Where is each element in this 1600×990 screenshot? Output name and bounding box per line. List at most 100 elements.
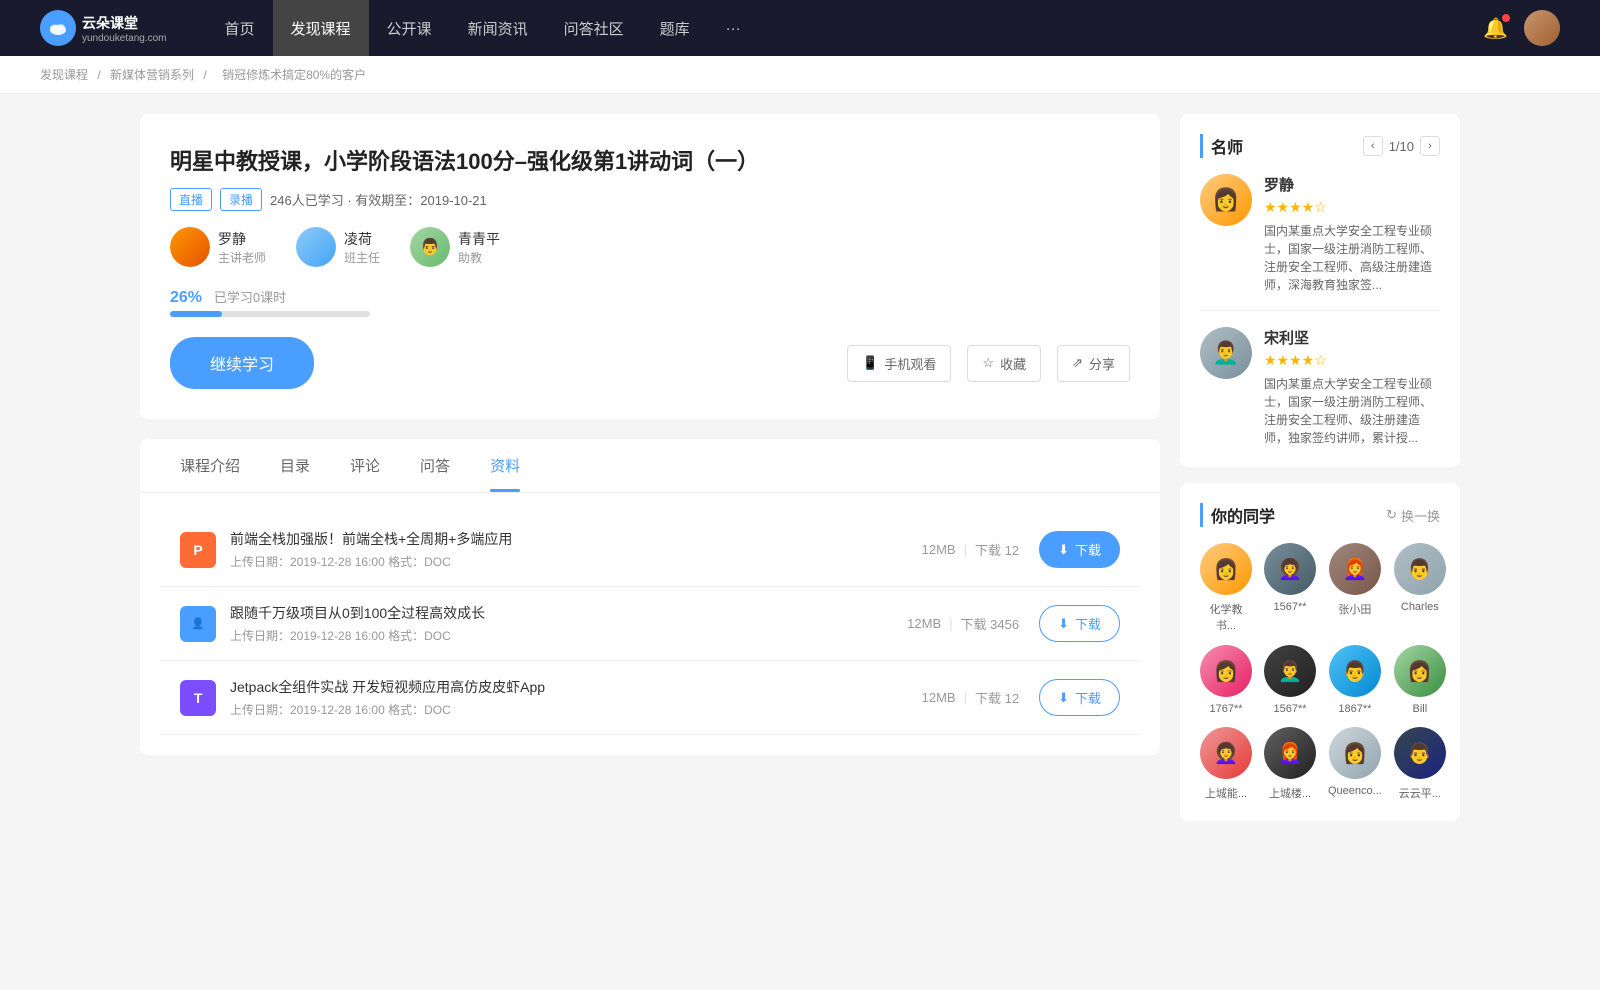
- navigation: 云朵课堂 yundouketang.com 首页 发现课程 公开课 新闻资讯 问…: [0, 0, 1600, 56]
- sidebar-right: 名师 ‹ 1/10 › 👩 罗静 ★★★★☆ 国内某重点大学安全工程专业硕士: [1180, 114, 1460, 837]
- action-buttons: 📱 手机观看 ☆ 收藏 ⇗ 分享: [847, 345, 1130, 382]
- file-item-2: 👤 跟随千万级项目从0到100全过程高效成长 上传日期：2019-12-28 1…: [160, 587, 1140, 661]
- sidebar-teacher-avatar-1: 👩: [1200, 174, 1252, 226]
- logo-domain: yundouketang.com: [82, 33, 167, 44]
- teachers-title: 名师: [1200, 134, 1243, 158]
- student-name-7: 1867**: [1338, 703, 1371, 715]
- students-title: 你的同学: [1200, 503, 1275, 527]
- download-button-2[interactable]: ⬇ 下载: [1039, 605, 1120, 642]
- progress-bar-fill: [170, 311, 222, 317]
- file-meta-1: 上传日期：2019-12-28 16:00 格式：DOC: [230, 553, 922, 570]
- collect-button[interactable]: ☆ 收藏: [967, 345, 1041, 382]
- download-button-1[interactable]: ⬇ 下载: [1039, 531, 1120, 568]
- students-card: 你的同学 ↻ 换一换 👩 化学教书... 👩‍🦱: [1180, 483, 1460, 821]
- students-grid: 👩 化学教书... 👩‍🦱 1567** 👩‍🦰 张小田: [1200, 543, 1440, 801]
- student-name-3: 张小田: [1338, 601, 1371, 617]
- student-5: 👩 1767**: [1200, 645, 1252, 715]
- nav-quiz[interactable]: 题库: [642, 0, 708, 56]
- download-icon-3: ⬇: [1058, 690, 1069, 706]
- file-stats-2: 12MB | 下载 3456: [907, 614, 1019, 633]
- sidebar-teacher-desc-1: 国内某重点大学安全工程专业硕士，国家一级注册消防工程师、注册安全工程师、高级注册…: [1264, 222, 1440, 294]
- teacher-item-2: 凌荷 班主任: [296, 227, 380, 267]
- badge-record: 录播: [220, 188, 262, 211]
- share-button[interactable]: ⇗ 分享: [1057, 345, 1130, 382]
- nav-home[interactable]: 首页: [207, 0, 273, 56]
- sidebar-teacher-stars-1: ★★★★☆: [1264, 199, 1440, 216]
- logo-name: 云朵课堂: [82, 13, 167, 33]
- breadcrumb-current: 销冠修炼术搞定80%的客户: [222, 68, 366, 82]
- breadcrumb-discover[interactable]: 发现课程: [40, 68, 88, 82]
- main-content: 明星中教授课，小学阶段语法100分–强化级第1讲动词（一） 直播 录播 246人…: [100, 94, 1500, 857]
- course-teachers: 罗静 主讲老师 凌荷 班主任 👨: [170, 227, 1130, 267]
- nav-right: 🔔: [1483, 10, 1560, 46]
- download-icon-1: ⬇: [1058, 542, 1069, 558]
- page-indicator: 1/10: [1389, 139, 1414, 154]
- sidebar-teacher-2: 👨‍🦱 宋利坚 ★★★★☆ 国内某重点大学安全工程专业硕士，国家一级注册消防工程…: [1200, 327, 1440, 447]
- student-avatar-6: 👨‍🦱: [1264, 645, 1316, 697]
- notification-bell[interactable]: 🔔: [1483, 16, 1508, 41]
- student-8: 👩 Bill: [1394, 645, 1446, 715]
- nav-discover[interactable]: 发现课程: [273, 0, 369, 56]
- file-item-1: P 前端全栈加强版！前端全栈+全周期+多端应用 上传日期：2019-12-28 …: [160, 513, 1140, 587]
- file-name-1: 前端全栈加强版！前端全栈+全周期+多端应用: [230, 529, 922, 549]
- student-avatar-11: 👩: [1329, 727, 1381, 779]
- tab-intro[interactable]: 课程介绍: [160, 439, 260, 492]
- course-title: 明星中教授课，小学阶段语法100分–强化级第1讲动词（一）: [170, 144, 1130, 176]
- tabs-section: 课程介绍 目录 评论 问答 资料 P 前端全栈加强版！前端全栈+全周期+多端应用…: [140, 439, 1160, 755]
- student-12: 👨 云云平...: [1394, 727, 1446, 801]
- teacher-item-3: 👨 青青平 助教: [410, 227, 500, 267]
- tab-catalog[interactable]: 目录: [260, 439, 330, 492]
- student-name-1: 化学教书...: [1200, 601, 1252, 633]
- breadcrumb-series[interactable]: 新媒体营销系列: [110, 68, 194, 82]
- student-name-8: Bill: [1412, 703, 1427, 715]
- teachers-card: 名师 ‹ 1/10 › 👩 罗静 ★★★★☆ 国内某重点大学安全工程专业硕士: [1180, 114, 1460, 467]
- sidebar-teacher-avatar-2: 👨‍🦱: [1200, 327, 1252, 379]
- tab-qa[interactable]: 问答: [400, 439, 470, 492]
- breadcrumb: 发现课程 / 新媒体营销系列 / 销冠修炼术搞定80%的客户: [0, 56, 1600, 94]
- nav-open[interactable]: 公开课: [369, 0, 450, 56]
- nav-news[interactable]: 新闻资讯: [450, 0, 546, 56]
- download-button-3[interactable]: ⬇ 下载: [1039, 679, 1120, 716]
- teacher-role-3: 助教: [458, 249, 500, 266]
- tab-content: P 前端全栈加强版！前端全栈+全周期+多端应用 上传日期：2019-12-28 …: [140, 493, 1160, 755]
- teacher-item-1: 罗静 主讲老师: [170, 227, 266, 267]
- prev-page-btn[interactable]: ‹: [1363, 136, 1383, 156]
- teacher-name-1: 罗静: [218, 229, 266, 249]
- file-item-3: T Jetpack全组件实战 开发短视频应用高仿皮皮虾App 上传日期：2019…: [160, 661, 1140, 735]
- nav-qa[interactable]: 问答社区: [546, 0, 642, 56]
- student-7: 👨 1867**: [1328, 645, 1382, 715]
- tab-resources[interactable]: 资料: [470, 439, 540, 492]
- student-avatar-3: 👩‍🦰: [1329, 543, 1381, 595]
- student-9: 👩‍🦱 上城能...: [1200, 727, 1252, 801]
- tab-comments[interactable]: 评论: [330, 439, 400, 492]
- student-avatar-7: 👨: [1329, 645, 1381, 697]
- tabs-header: 课程介绍 目录 评论 问答 资料: [140, 439, 1160, 493]
- student-4: 👨 Charles: [1394, 543, 1446, 633]
- nav-more[interactable]: ···: [708, 0, 759, 56]
- student-avatar-1: 👩: [1200, 543, 1252, 595]
- content-left: 明星中教授课，小学阶段语法100分–强化级第1讲动词（一） 直播 录播 246人…: [140, 114, 1160, 837]
- progress-pct: 26%: [170, 289, 202, 306]
- mobile-watch-button[interactable]: 📱 手机观看: [847, 345, 951, 382]
- refresh-button[interactable]: ↻ 换一换: [1386, 506, 1440, 525]
- user-avatar[interactable]: [1524, 10, 1560, 46]
- course-card: 明星中教授课，小学阶段语法100分–强化级第1讲动词（一） 直播 录播 246人…: [140, 114, 1160, 419]
- teachers-card-header: 名师 ‹ 1/10 ›: [1200, 134, 1440, 158]
- file-info-2: 跟随千万级项目从0到100全过程高效成长 上传日期：2019-12-28 16:…: [230, 603, 907, 644]
- teacher-avatar-3: 👨: [410, 227, 450, 267]
- file-stats-3: 12MB | 下载 12: [922, 688, 1019, 707]
- teacher-name-3: 青青平: [458, 229, 500, 249]
- sidebar-teacher-1: 👩 罗静 ★★★★☆ 国内某重点大学安全工程专业硕士，国家一级注册消防工程师、注…: [1200, 174, 1440, 311]
- continue-button[interactable]: 继续学习: [170, 337, 314, 389]
- student-name-2: 1567**: [1273, 601, 1306, 613]
- file-meta-2: 上传日期：2019-12-28 16:00 格式：DOC: [230, 627, 907, 644]
- student-avatar-2: 👩‍🦱: [1264, 543, 1316, 595]
- student-2: 👩‍🦱 1567**: [1264, 543, 1316, 633]
- student-name-11: Queenco...: [1328, 785, 1382, 797]
- logo[interactable]: 云朵课堂 yundouketang.com: [40, 10, 167, 46]
- student-name-6: 1567**: [1273, 703, 1306, 715]
- logo-icon: [40, 10, 76, 46]
- next-page-btn[interactable]: ›: [1420, 136, 1440, 156]
- file-icon-1: P: [180, 532, 216, 568]
- sidebar-teacher-name-2: 宋利坚: [1264, 327, 1440, 348]
